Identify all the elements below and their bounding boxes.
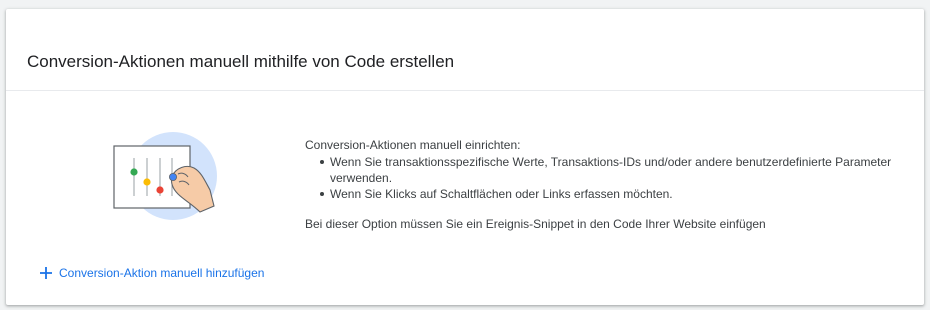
slider-knob-blue xyxy=(169,173,178,182)
code-conversion-illustration xyxy=(106,124,226,229)
illustration-svg xyxy=(113,132,217,220)
setup-info: Conversion-Aktionen manuell einrichten: … xyxy=(305,137,905,232)
card-title: Conversion-Aktionen manuell mithilfe von… xyxy=(27,52,455,71)
info-intro: Conversion-Aktionen manuell einrichten: xyxy=(305,138,521,152)
manual-conversion-card: Conversion-Aktionen manuell mithilfe von… xyxy=(6,9,924,305)
info-bullet-item: Wenn Sie transaktionsspezifische Werte, … xyxy=(318,154,905,186)
slider-knob-green xyxy=(130,168,138,176)
plus-icon xyxy=(40,267,52,279)
add-conversion-action-button[interactable]: Conversion-Aktion manuell hinzufügen xyxy=(38,265,264,281)
divider xyxy=(6,90,924,91)
info-bullet-list: Wenn Sie transaktionsspezifische Werte, … xyxy=(305,154,905,202)
info-bullet-item: Wenn Sie Klicks auf Schaltflächen oder L… xyxy=(318,186,905,202)
info-note: Bei dieser Option müssen Sie ein Ereigni… xyxy=(305,217,766,231)
slider-knob-yellow xyxy=(143,178,151,186)
slider-knob-red xyxy=(156,186,164,194)
add-conversion-action-label: Conversion-Aktion manuell hinzufügen xyxy=(59,266,265,280)
